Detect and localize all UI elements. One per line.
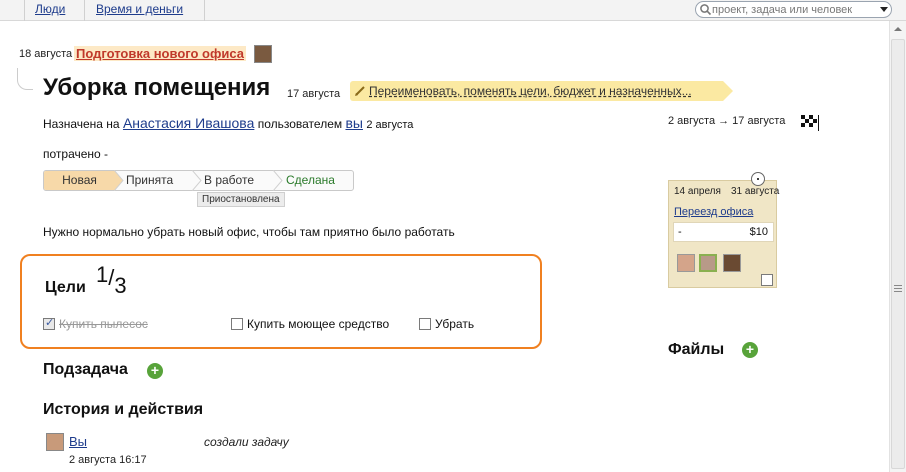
avatar[interactable]	[723, 254, 741, 272]
nav-separator	[24, 0, 25, 21]
nav-separator	[84, 0, 85, 21]
plus-icon: +	[745, 341, 755, 357]
time-spent: потрачено -	[43, 147, 109, 161]
checkbox-icon[interactable]	[761, 274, 773, 286]
goal-label: Убрать	[435, 317, 475, 331]
scrollbar-thumb[interactable]	[891, 39, 905, 469]
text-cursor	[818, 115, 819, 131]
status-switcher: Новая Принята В работе Сделана	[43, 170, 354, 191]
checkbox-icon[interactable]	[231, 317, 243, 330]
goals-done-count: 1	[96, 262, 109, 287]
add-file-button[interactable]: +	[742, 342, 758, 358]
avatar[interactable]	[677, 254, 695, 272]
project-budget: - $10	[673, 222, 774, 242]
project-link[interactable]: Переезд офиса	[674, 206, 753, 218]
rename-edit-button[interactable]: Переименовать, поменять цели, бюджет и н…	[350, 81, 733, 101]
history-timestamp: 2 августа 16:17	[69, 454, 147, 466]
assigned-date: 2 августа	[366, 119, 414, 131]
project-end-date: 31 августа	[731, 186, 780, 197]
plus-icon: +	[150, 362, 160, 378]
add-subtask-button[interactable]: +	[147, 363, 163, 379]
goal-item[interactable]: Убрать	[419, 317, 474, 331]
status-accepted[interactable]: Принята	[126, 171, 173, 190]
checkbox-icon[interactable]	[419, 317, 431, 330]
goal-item[interactable]: Купить пылесос	[43, 316, 148, 331]
scrollbar-grip-icon	[894, 285, 902, 292]
project-card: 14 апреля 31 августа Переезд офиса - $10	[668, 180, 780, 288]
dropdown-arrow-icon[interactable]	[880, 7, 888, 12]
task-date-range: 2 августа → 17 августа	[668, 115, 786, 127]
goals-title: Цели	[45, 279, 86, 296]
assigner-link[interactable]: вы	[345, 115, 363, 131]
assigned-by-text: пользователем	[257, 117, 343, 131]
parent-task-link[interactable]: Подготовка нового офиса	[74, 46, 246, 61]
hierarchy-connector	[17, 68, 33, 90]
status-chevron-icon	[273, 170, 283, 191]
status-in-work[interactable]: В работе	[204, 171, 254, 190]
search-input[interactable]	[712, 3, 874, 17]
goals-panel: Цели 1/3 Купить пылесос Купить моющее ср…	[20, 254, 542, 349]
status-chevron-icon	[192, 170, 202, 191]
finish-flag-icon	[801, 115, 817, 128]
search-icon	[700, 4, 712, 16]
parent-task-date: 18 августа	[19, 48, 73, 60]
files-heading: Файлы	[668, 341, 725, 358]
avatar[interactable]	[699, 254, 717, 272]
goal-label: Купить пылесос	[59, 317, 148, 331]
nav-people-link[interactable]: Люди	[35, 2, 65, 16]
history-action: создали задачу	[204, 435, 289, 449]
checkbox-icon[interactable]	[43, 316, 55, 330]
goals-progress: 1/3	[96, 262, 127, 298]
rename-edit-label: Переименовать, поменять цели, бюджет и н…	[369, 84, 692, 98]
pencil-icon	[355, 86, 365, 96]
status-done[interactable]: Сделана	[286, 171, 335, 190]
avatar	[254, 45, 272, 63]
task-deadline: 17 августа	[287, 88, 341, 100]
budget-total: $10	[749, 226, 768, 238]
goal-item[interactable]: Купить моющее средство	[231, 317, 389, 331]
search-box[interactable]	[695, 1, 892, 18]
status-paused[interactable]: Приостановлена	[197, 192, 285, 207]
nav-separator	[204, 0, 205, 21]
avatar	[46, 433, 64, 451]
vertical-scrollbar[interactable]	[889, 21, 906, 472]
budget-spent: -	[678, 226, 682, 238]
status-new[interactable]: Новая	[44, 171, 115, 190]
assigned-prefix: Назначена на	[43, 117, 120, 131]
subtask-heading: Подзадача	[43, 361, 128, 378]
assignment-line: Назначена на Анастасия Ивашова пользоват…	[43, 115, 413, 131]
goals-total-count: 3	[114, 273, 127, 298]
scroll-up-arrow-icon[interactable]	[894, 27, 902, 31]
project-start-date: 14 апреля	[674, 186, 721, 197]
project-dates: 14 апреля 31 августа	[674, 186, 780, 197]
status-chevron-icon	[114, 170, 124, 191]
task-description: Нужно нормально убрать новый офис, чтобы…	[43, 225, 455, 239]
page-title: Уборка помещения	[43, 74, 271, 101]
top-navigation-bar: Люди Время и деньги	[0, 0, 906, 21]
history-heading: История и действия	[43, 401, 204, 418]
goal-label: Купить моющее средство	[247, 317, 390, 331]
history-user-link[interactable]: Вы	[69, 434, 87, 449]
nav-time-money-link[interactable]: Время и деньги	[96, 2, 183, 16]
clock-icon	[751, 172, 765, 186]
assignee-link[interactable]: Анастасия Ивашова	[123, 115, 254, 131]
